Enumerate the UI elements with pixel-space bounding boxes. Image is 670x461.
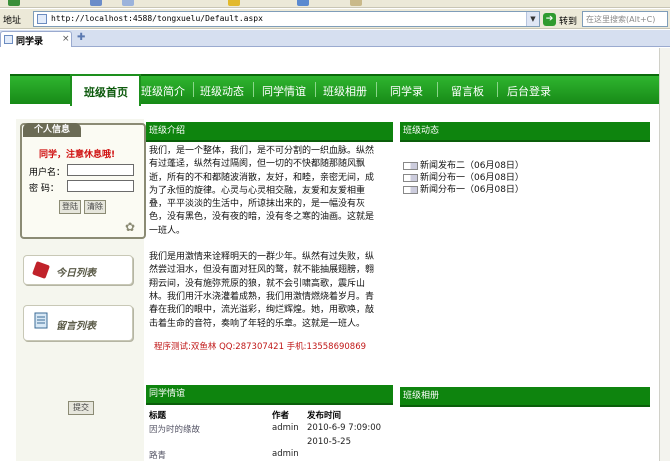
close-icon[interactable]: × [62, 34, 70, 44]
refresh-icon[interactable] [122, 0, 134, 6]
nav-item-intro[interactable]: 班级简介 [141, 83, 185, 99]
news-panel: 班级动态 新闻发布二（06月08日） 新闻分布一（06月08日） 新闻分布一（0… [400, 122, 650, 202]
login-button[interactable]: 登陆 [59, 200, 81, 214]
search-input[interactable]: 在这里搜索(Alt+C) [582, 11, 668, 27]
vertical-scrollbar[interactable] [659, 48, 670, 461]
nav-item-admin-login[interactable]: 后台登录 [507, 83, 551, 99]
table-row: 因为时的缘故 admin 2010-6-9 7:09:00 [149, 422, 387, 436]
browser-window: 地址 http://localhost:4588/tongxuelu/Defau… [0, 0, 670, 461]
search-placeholder: 在这里搜索(Alt+C) [586, 15, 656, 24]
post-time: 2010-5-25 [307, 437, 351, 447]
nav-divider [437, 82, 438, 97]
new-tab-icon[interactable]: ✚ [77, 32, 85, 43]
login-title: 个人信息 [23, 123, 81, 137]
news-icon [403, 185, 418, 194]
chevron-down-icon[interactable]: ▼ [526, 12, 539, 26]
post-title-link[interactable] [149, 436, 272, 448]
login-panel: 个人信息 同学，注意休息哦! 用户名： 密 码： 登陆 清除 ✿ [20, 123, 146, 239]
main-nav: 班级首页 班级简介 班级动态 同学情谊 班级相册 同学录 留言板 后台登录 [10, 74, 660, 106]
friendship-panel: 同学情谊 标题 作者 发布时间 因为时的缘故 admin 2010-6-9 7:… [146, 385, 393, 461]
intro-body: 我们，是一个整体，我们，是不可分割的一织血脉。纵然有过蓬迳，纵然有过隔阂，但一切… [149, 145, 381, 344]
intro-paragraph: 我们是用激情来诠释明天的一群少年。纵然有过失败，纵然尝过泪水，但没有面对狂风的鹜… [149, 252, 375, 329]
address-url: http://localhost:4588/tongxuelu/Default.… [51, 14, 263, 23]
submit-button[interactable]: 提交 [68, 401, 94, 415]
nav-item-label: 班级首页 [84, 86, 128, 99]
post-title-link[interactable]: 因为时的缘故 [149, 422, 272, 436]
tab-label: 同学录 [16, 37, 44, 47]
stamp-icon [32, 261, 50, 279]
message-list-button[interactable]: 留言列表 [23, 305, 133, 341]
go-label: 转到 [559, 17, 578, 27]
post-time: 2010-6-9 7:09:00 [307, 423, 382, 433]
news-item-date: （06月08日） [465, 185, 524, 195]
news-icon [403, 161, 418, 170]
intro-title: 班级介绍 [146, 122, 393, 142]
news-item[interactable]: 新闻分布一（06月08日） [403, 182, 524, 195]
nav-divider [315, 82, 316, 97]
go-button[interactable]: ➔ 转到 [543, 13, 577, 27]
tab-classmates[interactable]: 同学录 × [0, 31, 72, 47]
table-header-row: 标题 作者 发布时间 [149, 408, 387, 422]
browser-toolbar [0, 0, 670, 8]
nav-divider [193, 82, 194, 97]
table-row: 路青 admin [149, 448, 387, 461]
nav-divider [497, 82, 498, 97]
password-label: 密 码： [29, 184, 59, 194]
mail-icon[interactable] [350, 0, 362, 6]
left-sidebar: 个人信息 同学，注意休息哦! 用户名： 密 码： 登陆 清除 ✿ 今日列表 留言… [16, 119, 146, 461]
home-icon[interactable] [90, 0, 102, 6]
leaf-icon: ✿ [125, 220, 136, 234]
address-label: 地址 [3, 16, 22, 26]
news-title: 班级动态 [400, 122, 650, 142]
nav-item-guestbook[interactable]: 留言板 [451, 83, 484, 99]
notepad-icon [34, 312, 48, 329]
column-header: 作者 [272, 411, 290, 421]
go-arrow-icon: ➔ [543, 13, 556, 26]
nav-divider [376, 82, 377, 97]
friendship-table: 标题 作者 发布时间 因为时的缘故 admin 2010-6-9 7:09:00… [149, 408, 387, 461]
today-list-button[interactable]: 今日列表 [23, 255, 133, 285]
nav-divider [253, 82, 254, 97]
page-icon [4, 35, 13, 44]
username-field[interactable] [67, 164, 134, 176]
contact-info: 程序测试:双鱼林 QQ:287307421 手机:13558690869 [154, 342, 367, 352]
post-title-link[interactable]: 路青 [149, 448, 272, 461]
intro-panel: 班级介绍 我们，是一个整体，我们，是不可分割的一织血脉。纵然有过蓬迳，纵然有过隔… [146, 122, 393, 362]
column-header: 标题 [149, 411, 167, 421]
post-author: admin [272, 423, 299, 433]
tab-bar: 同学录 × ✚ [0, 30, 670, 47]
clear-button[interactable]: 清除 [84, 200, 106, 214]
nav-item-classmates[interactable]: 同学录 [390, 83, 423, 99]
column-header: 发布时间 [307, 411, 342, 421]
login-warning: 同学，注意休息哦! [39, 150, 116, 160]
page-icon [37, 14, 47, 24]
album-panel: 班级相册 [400, 387, 650, 427]
address-bar: 地址 http://localhost:4588/tongxuelu/Defau… [0, 9, 670, 29]
news-icon [403, 173, 418, 182]
nav-item-album[interactable]: 班级相册 [323, 83, 367, 99]
password-field[interactable] [67, 180, 134, 192]
username-label: 用户名： [29, 168, 66, 178]
nav-item-news[interactable]: 班级动态 [200, 83, 244, 99]
album-title: 班级相册 [400, 387, 650, 407]
back-icon[interactable] [8, 0, 20, 6]
news-item-label: 新闻分布一 [420, 185, 466, 195]
address-input[interactable]: http://localhost:4588/tongxuelu/Default.… [33, 11, 540, 27]
favorites-icon[interactable] [228, 0, 240, 6]
friendship-title: 同学情谊 [146, 385, 393, 405]
web-page: 班级首页 班级简介 班级动态 同学情谊 班级相册 同学录 留言板 后台登录 个人… [0, 48, 670, 461]
post-author [272, 436, 307, 448]
nav-item-friendship[interactable]: 同学情谊 [262, 83, 306, 99]
message-list-label: 留言列表 [56, 321, 96, 332]
table-row: 2010-5-25 [149, 436, 387, 448]
post-time [307, 448, 387, 461]
history-icon[interactable] [297, 0, 309, 6]
post-author: admin [272, 449, 299, 459]
nav-item-home[interactable]: 班级首页 [70, 74, 141, 106]
intro-paragraph: 我们，是一个整体，我们，是不可分割的一织血脉。纵然有过蓬迳，纵然有过隔阂，但一切… [149, 146, 375, 236]
today-list-label: 今日列表 [56, 268, 96, 279]
